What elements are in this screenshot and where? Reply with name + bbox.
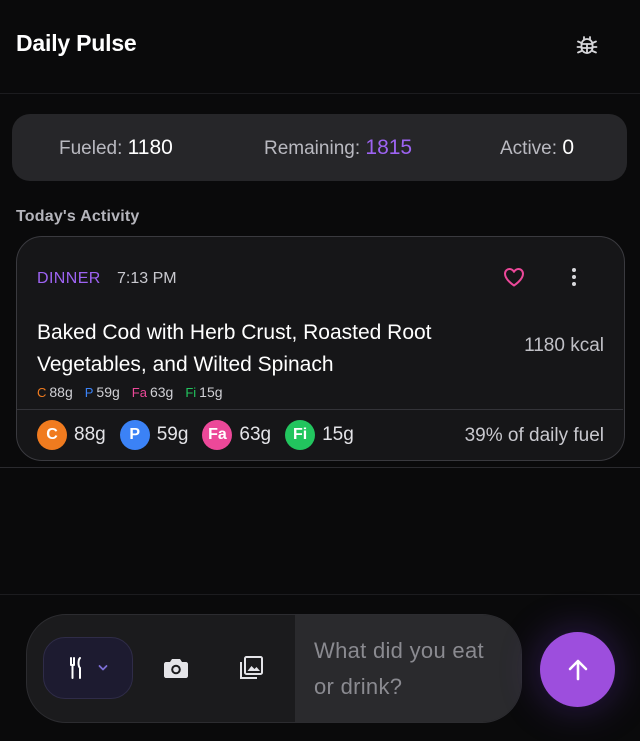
macro-badges: C 88g P 59g Fa 63g Fi 15g [37,420,368,450]
more-vertical-icon-dot [572,282,576,286]
mini-macro-label: Fa [131,385,147,400]
stat-fueled: Fueled: 1180 [59,136,173,160]
fat-badge: Fa [202,420,233,450]
stat-remaining: Remaining: 1815 [264,136,412,160]
macro-protein: P 59g [119,420,189,450]
meal-time: 7:13 PM [117,270,177,287]
carbs-badge: C [37,420,67,450]
food-input-container [295,615,521,722]
more-vertical-icon-dot [572,275,576,279]
macro-value: 59g [156,424,189,445]
mini-macro-label: C [37,385,47,400]
mini-macro-value: 59g [96,384,120,400]
macro-value: 88g [74,424,106,445]
meal-calories: 1180 kcal [524,335,604,356]
meal-card[interactable]: DINNER 7:13 PM Baked Cod with Herb Crust… [16,236,625,461]
mini-macros: C 88g P 59g Fa 63g Fi 15g [37,384,223,400]
mini-macro-fat: Fa 63g [132,384,174,400]
mini-macro-carbs: C 88g [37,384,73,400]
macro-carbs: C 88g [37,420,106,450]
meal-composer [26,614,522,723]
fork-knife-icon [70,657,81,679]
macro-fiber: Fi 15g [285,420,354,450]
content-divider [0,467,640,468]
more-options-button[interactable] [564,265,584,289]
send-button[interactable] [540,632,615,707]
mini-macro-value: 88g [49,384,73,400]
app-title: Daily Pulse [16,30,137,56]
gallery-icon [240,656,263,679]
macro-value: 63g [239,424,272,445]
stat-remaining-label: Remaining: [264,138,361,159]
mini-macro-label: P [84,385,94,400]
stat-remaining-value: 1815 [365,136,413,159]
mini-macro-fiber: Fi 15g [185,384,222,400]
stat-active-label: Active: [500,138,558,159]
favorite-button[interactable] [502,265,526,289]
app-header: Daily Pulse [0,0,640,94]
mini-macro-protein: P 59g [85,384,120,400]
meal-name: Baked Cod with Herb Crust, Roasted Root … [37,321,432,376]
heart-icon [504,268,524,287]
composer-divider [0,594,640,595]
food-input[interactable] [295,615,521,722]
mini-macro-value: 63g [149,384,174,400]
gallery-button[interactable] [235,652,267,684]
arrow-up-icon [568,659,587,680]
fiber-badge: Fi [285,420,316,450]
debug-button[interactable] [572,30,602,60]
meal-type-label: DINNER [37,270,101,287]
card-divider [17,409,623,410]
protein-badge: P [119,420,150,450]
daily-stats-bar: Fueled: 1180 Remaining: 1815 Active: 0 [12,114,627,181]
stat-active: Active: 0 [500,136,574,160]
daily-fuel-percent: 39% of daily fuel [464,425,604,446]
camera-icon [164,659,188,678]
camera-button[interactable] [160,652,192,684]
macro-fat: Fa 63g [202,420,271,450]
more-vertical-icon [572,268,576,272]
stat-fueled-value: 1180 [127,136,173,159]
mini-macro-label: Fi [185,385,197,400]
bug-icon [576,36,598,54]
macro-value: 15g [322,424,354,445]
stat-fueled-label: Fueled: [59,138,123,159]
chevron-down-icon [98,665,108,671]
stat-active-value: 0 [562,136,574,159]
meal-type-selector[interactable] [43,637,133,699]
section-title: Today's Activity [16,208,140,225]
mini-macro-value: 15g [199,384,223,400]
